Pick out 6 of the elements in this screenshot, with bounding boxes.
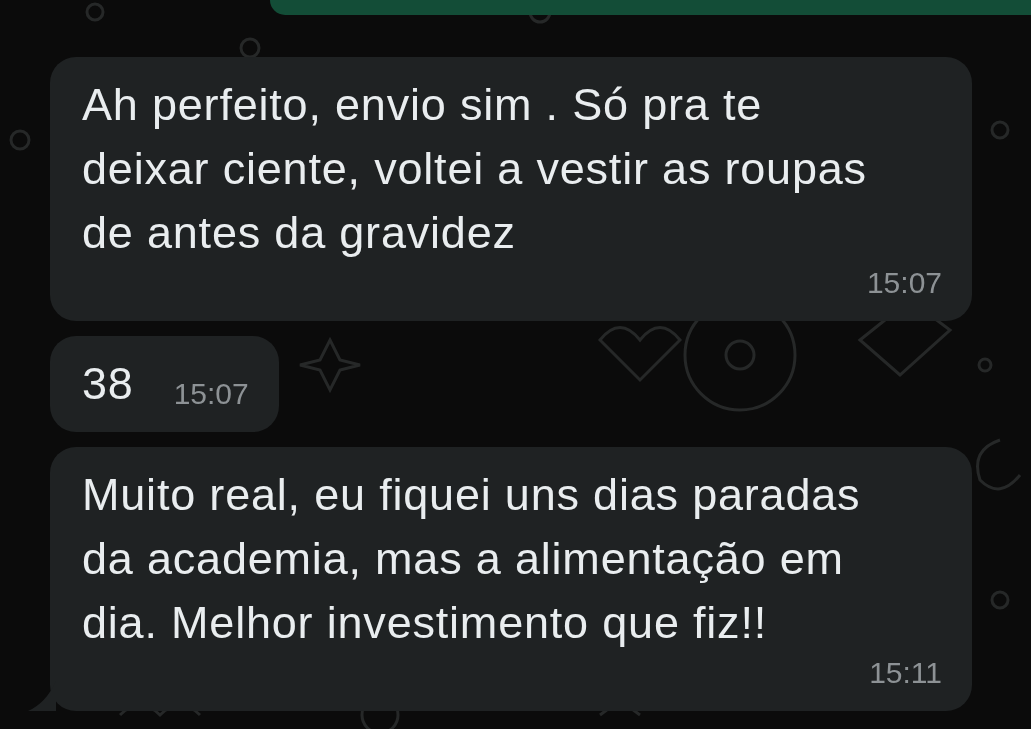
message-time: 15:07: [866, 265, 942, 301]
message-time: 15:07: [173, 376, 249, 412]
message-time: 15:11: [869, 655, 942, 691]
message-text: 38: [82, 357, 134, 411]
message-text: Muito real, eu fiquei uns dias paradas da academia, mas a alimentação em dia. Melhor investimento que fiz!!: [82, 468, 861, 650]
message-text: Ah perfeito, envio sim . Só pra te deixar ciente, voltei a vestir as roupas de antes da gravidez: [82, 78, 867, 260]
